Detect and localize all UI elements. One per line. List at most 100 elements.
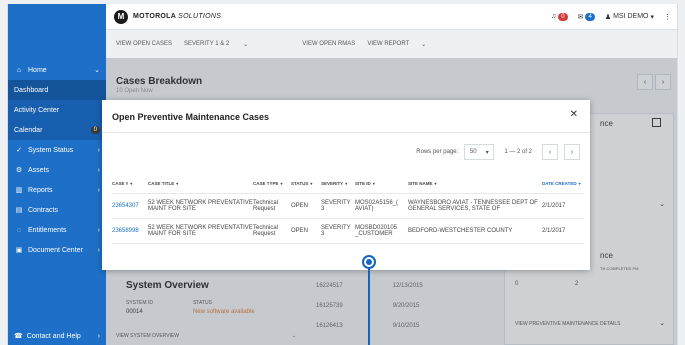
case-type: Technical Request xyxy=(253,200,279,212)
sidebar: ⌂ Home ⌄ Dashboard Activity Center Calen… xyxy=(8,4,106,345)
table-row: 23658998 52 WEEK NETWORK PREVENTATIVE MA… xyxy=(112,219,584,244)
sidebar-item-home[interactable]: ⌂ Home ⌄ xyxy=(8,60,106,80)
pm-cases-modal: Open Preventive Maintenance Cases ✕ Rows… xyxy=(102,100,590,270)
sidebar-item-contracts[interactable]: ▤ Contracts xyxy=(8,200,106,220)
sidebar-item-label: System Status xyxy=(28,146,74,154)
phone-icon: ☎ xyxy=(14,333,23,340)
chevron-right-icon: › xyxy=(97,146,100,154)
sidebar-item-label: Entitlements xyxy=(28,226,67,234)
calendar-badge: 0 xyxy=(90,126,100,134)
chevron-down-icon: ⌄ xyxy=(94,67,100,74)
col-header-status[interactable]: STATUS ▾ xyxy=(291,181,321,186)
messages-button[interactable]: ✉ 4 xyxy=(577,12,595,21)
modal-pager: Rows per page: 50 ▾ 1 — 2 of 2 ‹ › xyxy=(416,144,580,160)
case-date: 2/1/2017 xyxy=(542,203,566,209)
folder-icon: ▣ xyxy=(15,247,23,254)
case-site-name: WAYNESBORO AVIAT - TENNESSEE DEPT OF GEN… xyxy=(408,200,538,212)
col-header-site-name[interactable]: SITE NAME ▾ xyxy=(408,181,542,186)
annotation-pointer-icon xyxy=(362,255,376,269)
col-header-case[interactable]: CASE # ▾ xyxy=(112,181,148,186)
case-severity: SEVERITY 3 xyxy=(321,225,351,237)
table-row: 23654307 52 WEEK NETWORK PREVENTATIVE MA… xyxy=(112,194,584,219)
sidebar-item-label: Contact and Help xyxy=(26,332,81,340)
motorola-logo-icon: M xyxy=(114,9,128,24)
case-site-name: BEDFORD-WESTCHESTER COUNTY xyxy=(408,228,513,234)
case-site-id: MOS02A5156_( AVIAT) xyxy=(355,200,399,212)
sidebar-item-label: Assets xyxy=(28,166,50,174)
chevron-right-icon: › xyxy=(97,246,100,254)
annotation-pointer-line xyxy=(368,268,370,345)
sidebar-item-label: Document Center xyxy=(28,246,83,254)
sidebar-logo-area xyxy=(8,4,106,60)
next-page-button[interactable]: › xyxy=(564,144,580,160)
case-number-link[interactable]: 23658998 xyxy=(112,228,148,234)
case-status: OPEN xyxy=(291,203,309,209)
sidebar-item-reports[interactable]: ▥ Reports › xyxy=(8,180,106,200)
prev-page-button[interactable]: ‹ xyxy=(542,144,558,160)
sidebar-item-entitlements[interactable]: ◌ Entitlements › xyxy=(8,220,106,240)
brand-logo: MOTOROLA SOLUTIONS xyxy=(133,13,222,20)
sidebar-item-label: Dashboard xyxy=(14,86,49,94)
case-severity: SEVERITY 3 xyxy=(321,200,351,212)
sidebar-item-activity-center[interactable]: Activity Center xyxy=(8,100,106,120)
table-header: CASE # ▾ CASE TITLE ▾ CASE TYPE ▾ STATUS ▾ S… xyxy=(112,174,584,194)
case-status: OPEN xyxy=(291,228,309,234)
col-header-type[interactable]: CASE TYPE ▾ xyxy=(253,181,291,186)
col-header-title[interactable]: CASE TITLE ▾ xyxy=(148,181,253,186)
mail-icon: ✉ xyxy=(577,13,584,21)
user-name: MSI DEMO xyxy=(613,13,649,20)
chevron-right-icon: › xyxy=(97,166,100,174)
modal-title: Open Preventive Maintenance Cases xyxy=(112,112,270,122)
case-title: 52 WEEK NETWORK PREVENTATIVE MAINT FOR S… xyxy=(148,225,253,237)
document-icon: ▤ xyxy=(15,207,23,214)
bell-icon: ♫ xyxy=(551,13,557,20)
chevron-right-icon: › xyxy=(97,186,100,194)
view-open-cases-link[interactable]: VIEW OPEN CASES xyxy=(116,41,172,47)
case-site-id: MOSBD020105 _CUSTOMER xyxy=(355,225,398,237)
sidebar-item-label: Activity Center xyxy=(14,106,60,114)
sidebar-item-contact-help[interactable]: ☎ Contact and Help › xyxy=(8,327,106,345)
user-icon: ♟ xyxy=(604,13,612,21)
more-vertical-icon[interactable]: ⋮ xyxy=(664,13,671,21)
case-type: Technical Request xyxy=(253,225,279,237)
sidebar-item-label: Contracts xyxy=(28,206,58,214)
topbar: M MOTOROLA SOLUTIONS ♫ 0 ✉ 4 ♟ MSI DEMO … xyxy=(106,4,677,30)
sidebar-item-document-center[interactable]: ▣ Document Center › xyxy=(8,240,106,260)
alerts-button[interactable]: ♫ 0 xyxy=(551,12,568,21)
sidebar-item-assets[interactable]: ⚙ Assets › xyxy=(8,160,106,180)
view-report-link[interactable]: VIEW REPORT xyxy=(367,41,409,47)
chevron-right-icon: › xyxy=(97,226,100,234)
user-menu[interactable]: ♟ MSI DEMO ▾ xyxy=(605,13,654,21)
case-title: 52 WEEK NETWORK PREVENTATIVE MAINT FOR S… xyxy=(148,200,253,212)
sidebar-item-system-status[interactable]: ✓ System Status › xyxy=(8,140,106,160)
rows-per-page-label: Rows per page: xyxy=(416,149,459,155)
messages-badge: 4 xyxy=(585,12,595,21)
rows-per-page-select[interactable]: 50 ▾ xyxy=(464,144,495,160)
bar-chart-icon: ▥ xyxy=(15,187,23,194)
caret-down-icon: ▾ xyxy=(485,149,489,156)
chevron-down-icon[interactable]: ⌄ xyxy=(421,41,426,48)
chevron-down-icon: ⌄ xyxy=(243,41,249,48)
chevron-down-icon: ▾ xyxy=(650,13,654,21)
view-open-rmas-link[interactable]: VIEW OPEN RMAS xyxy=(302,41,355,47)
case-number-link[interactable]: 23654307 xyxy=(112,203,148,209)
pager-range: 1 — 2 of 2 xyxy=(504,149,532,155)
sidebar-item-calendar[interactable]: Calendar 0 xyxy=(8,120,106,140)
filter-bar: VIEW OPEN CASES SEVERITY 1 & 2 ⌄ VIEW OP… xyxy=(106,30,677,58)
sidebar-item-label: Reports xyxy=(28,186,53,194)
col-header-site-id[interactable]: SITE ID ▾ xyxy=(355,181,408,186)
sidebar-item-dashboard[interactable]: Dashboard xyxy=(8,80,106,100)
case-date: 2/1/2017 xyxy=(542,228,566,234)
cases-table: CASE # ▾ CASE TITLE ▾ CASE TYPE ▾ STATUS ▾ S… xyxy=(112,174,584,244)
col-header-severity[interactable]: SEVERITY ▾ xyxy=(321,181,355,186)
col-header-date[interactable]: DATE CREATED ▾ xyxy=(542,181,584,186)
assets-icon: ⚙ xyxy=(15,167,23,174)
sidebar-item-label: Calendar xyxy=(14,126,43,134)
check-circle-icon: ✓ xyxy=(16,147,22,154)
pin-icon: ◌ xyxy=(16,226,22,234)
sidebar-item-label: Home xyxy=(28,66,47,74)
chevron-right-icon: › xyxy=(97,332,100,340)
close-icon[interactable]: ✕ xyxy=(570,109,578,120)
modal-divider xyxy=(102,132,590,133)
severity-select[interactable]: SEVERITY 1 & 2 ⌄ xyxy=(184,41,248,48)
